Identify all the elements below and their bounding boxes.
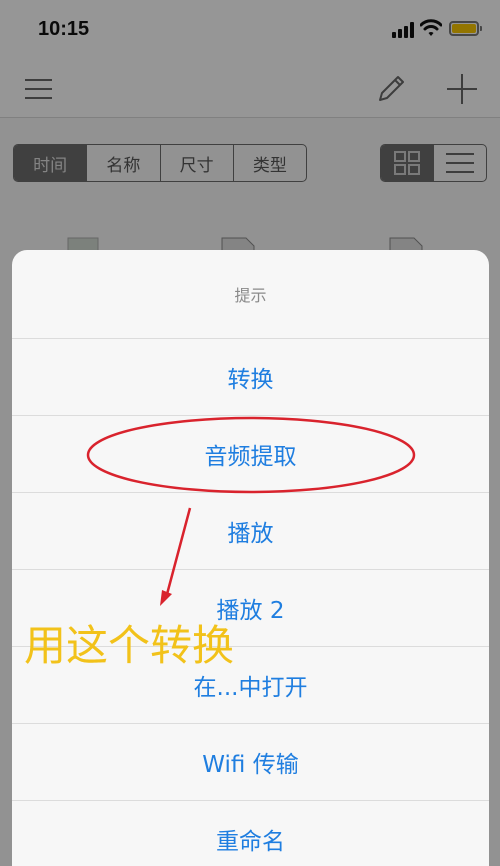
action-convert[interactable]: 转换 [12,339,489,416]
action-extract-audio[interactable]: 音频提取 [12,416,489,493]
action-sheet: 提示 转换 音频提取 播放 播放 2 在...中打开 Wifi 传输 重命名 [12,250,489,866]
action-wifi-transfer[interactable]: Wifi 传输 [12,724,489,801]
action-play[interactable]: 播放 [12,493,489,570]
action-rename[interactable]: 重命名 [12,801,489,866]
annotation-text: 用这个转换 [24,621,235,670]
action-sheet-title: 提示 [12,250,489,339]
